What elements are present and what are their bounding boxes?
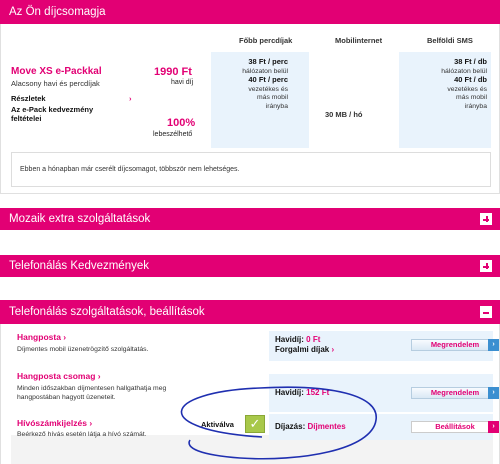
annotation-ellipse bbox=[180, 386, 377, 460]
